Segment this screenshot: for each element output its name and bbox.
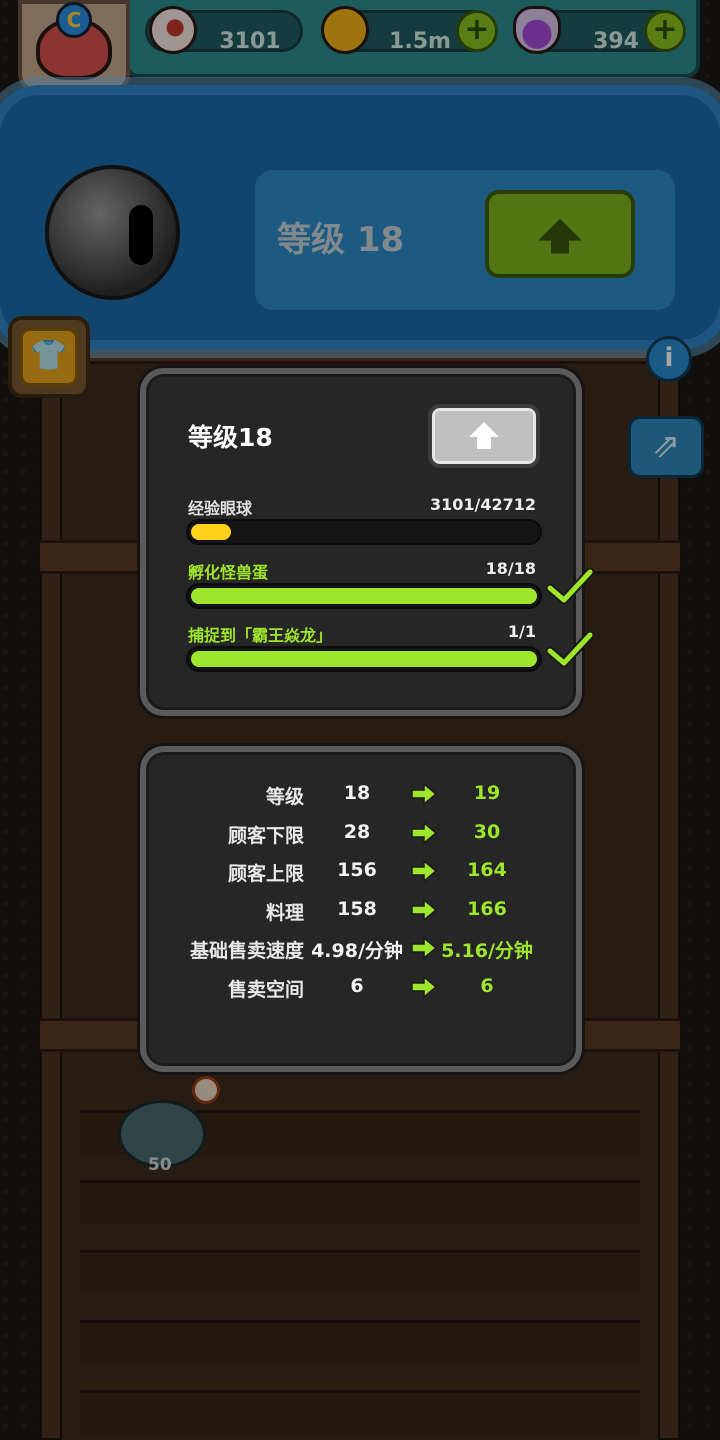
stat-next-value: 19	[473, 782, 501, 804]
stat-next-value: 164	[467, 859, 507, 881]
stat-current-value: 6	[350, 974, 364, 997]
task-catch-progress-fill	[191, 651, 537, 667]
up-arrow-stem	[477, 437, 491, 449]
exp-label: 经验眼球	[188, 499, 253, 518]
task-hatch-progress-fill	[191, 588, 537, 604]
task-hatch-value: 18/18	[485, 559, 536, 578]
stat-label: 顾客下限	[227, 824, 304, 847]
stat-current-value: 28	[343, 820, 371, 843]
stat-next-value: 166	[467, 897, 507, 920]
stat-label: 基础售卖速度	[189, 940, 304, 962]
task-catch-value: 1/1	[507, 622, 536, 641]
stat-next-value: 30	[473, 820, 501, 843]
level-requirements-panel: 等级18 经验眼球 3101/42712 孵化怪兽蛋 18/18 捕捉到「霸王焱…	[140, 368, 594, 716]
task-catch-progress-bar	[186, 646, 542, 672]
task-catch-label: 捕捉到「霸王焱龙」	[188, 626, 333, 645]
modal-overlay[interactable]	[0, 0, 720, 1440]
exp-progress-bar	[186, 519, 542, 545]
stat-current-value: 18	[343, 782, 371, 804]
exp-value: 3101/42712	[429, 495, 536, 514]
check-icon	[546, 567, 594, 605]
stat-current-value: 4.98/分钟	[311, 940, 403, 962]
stat-label: 售卖空间	[227, 978, 304, 1001]
stat-current-value: 158	[337, 897, 377, 920]
check-icon	[546, 630, 594, 668]
stat-label: 等级	[265, 786, 304, 808]
exp-progress-fill	[191, 524, 231, 540]
popup-title: 等级18	[188, 423, 273, 452]
up-arrow-icon	[469, 422, 499, 437]
stat-label: 顾客上限	[227, 863, 304, 885]
upgrade-button[interactable]	[428, 404, 540, 468]
task-hatch-label: 孵化怪兽蛋	[188, 563, 269, 582]
stat-next-value: 6	[480, 974, 494, 997]
stat-label: 料理	[265, 901, 304, 924]
level-stats-panel: 等级 18 19 顾客下限 28 30 顾客上限 156 164 料理 158 166 基础售卖速度 4.…	[140, 746, 582, 1072]
task-hatch-progress-bar	[186, 583, 542, 609]
stat-next-value: 5.16/分钟	[441, 940, 533, 962]
stat-current-value: 156	[337, 859, 377, 881]
